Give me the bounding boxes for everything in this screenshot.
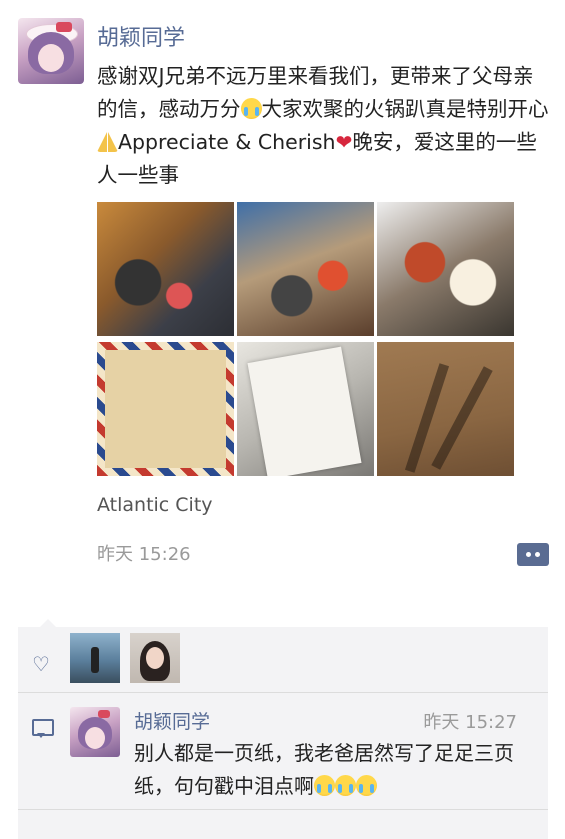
- liker-1-figure: [91, 647, 99, 673]
- photo-6-shadows[interactable]: [377, 342, 514, 476]
- photo-5-letter[interactable]: [237, 342, 374, 476]
- heart-icon: ♡: [32, 652, 50, 676]
- post-text: 感谢双J兄弟不远万里来看我们，更带来了父母亲的信，感动万分 大家欢聚的火锅趴真是特…: [97, 60, 552, 192]
- liker-avatar-2[interactable]: [130, 633, 180, 683]
- photo-3-hotpot[interactable]: [377, 202, 514, 336]
- crying-emoji-icon: [240, 98, 262, 119]
- photo-4-envelope[interactable]: [97, 342, 234, 476]
- more-dot-1: [526, 552, 531, 557]
- comment-avatar-face: [85, 727, 105, 749]
- crying-emoji-icon: [314, 775, 335, 796]
- comments-caret: [40, 619, 56, 627]
- comments-bottom-divider: [18, 809, 548, 810]
- letter-sheet-image: [247, 346, 362, 476]
- comment-author-avatar[interactable]: [70, 707, 120, 757]
- post-time: 昨天 15:26: [97, 544, 191, 565]
- crying-emoji-icon: [335, 775, 356, 796]
- liker-2-face: [146, 647, 164, 669]
- avatar-bow: [56, 22, 72, 32]
- avatar-face: [38, 44, 64, 72]
- photo-2-group-table[interactable]: [237, 202, 374, 336]
- comment-author-name[interactable]: 胡颖同学: [134, 707, 210, 734]
- comment-time: 昨天 15:27: [423, 712, 517, 733]
- more-actions-button[interactable]: [517, 543, 549, 566]
- likes-divider: [18, 692, 548, 693]
- photo-grid: [97, 202, 517, 476]
- post-location[interactable]: Atlantic City: [97, 494, 213, 516]
- post-text-part-3: Appreciate & Cherish: [118, 130, 336, 154]
- envelope-image: [105, 350, 226, 468]
- photo-1-group-kitchen[interactable]: [97, 202, 234, 336]
- author-avatar[interactable]: [18, 18, 84, 84]
- pray-emoji-icon: [97, 131, 118, 152]
- more-dot-2: [535, 552, 540, 557]
- heart-emoji-icon: ❤: [335, 130, 353, 154]
- comments-panel: ♡ 胡颖同学 昨天 15:27 别人都是一页纸，我老爸居然写了足足三页纸，句句戳…: [18, 619, 548, 839]
- crying-emoji-icon: [356, 775, 377, 796]
- post-author-name[interactable]: 胡颖同学: [97, 20, 185, 52]
- comment-bubble-icon: [32, 719, 54, 738]
- comment-text[interactable]: 别人都是一页纸，我老爸居然写了足足三页纸，句句戳中泪点啊: [134, 737, 536, 803]
- liker-avatar-1[interactable]: [70, 633, 120, 683]
- post-text-part-2: 大家欢聚的火锅趴真是特别开心: [261, 97, 549, 121]
